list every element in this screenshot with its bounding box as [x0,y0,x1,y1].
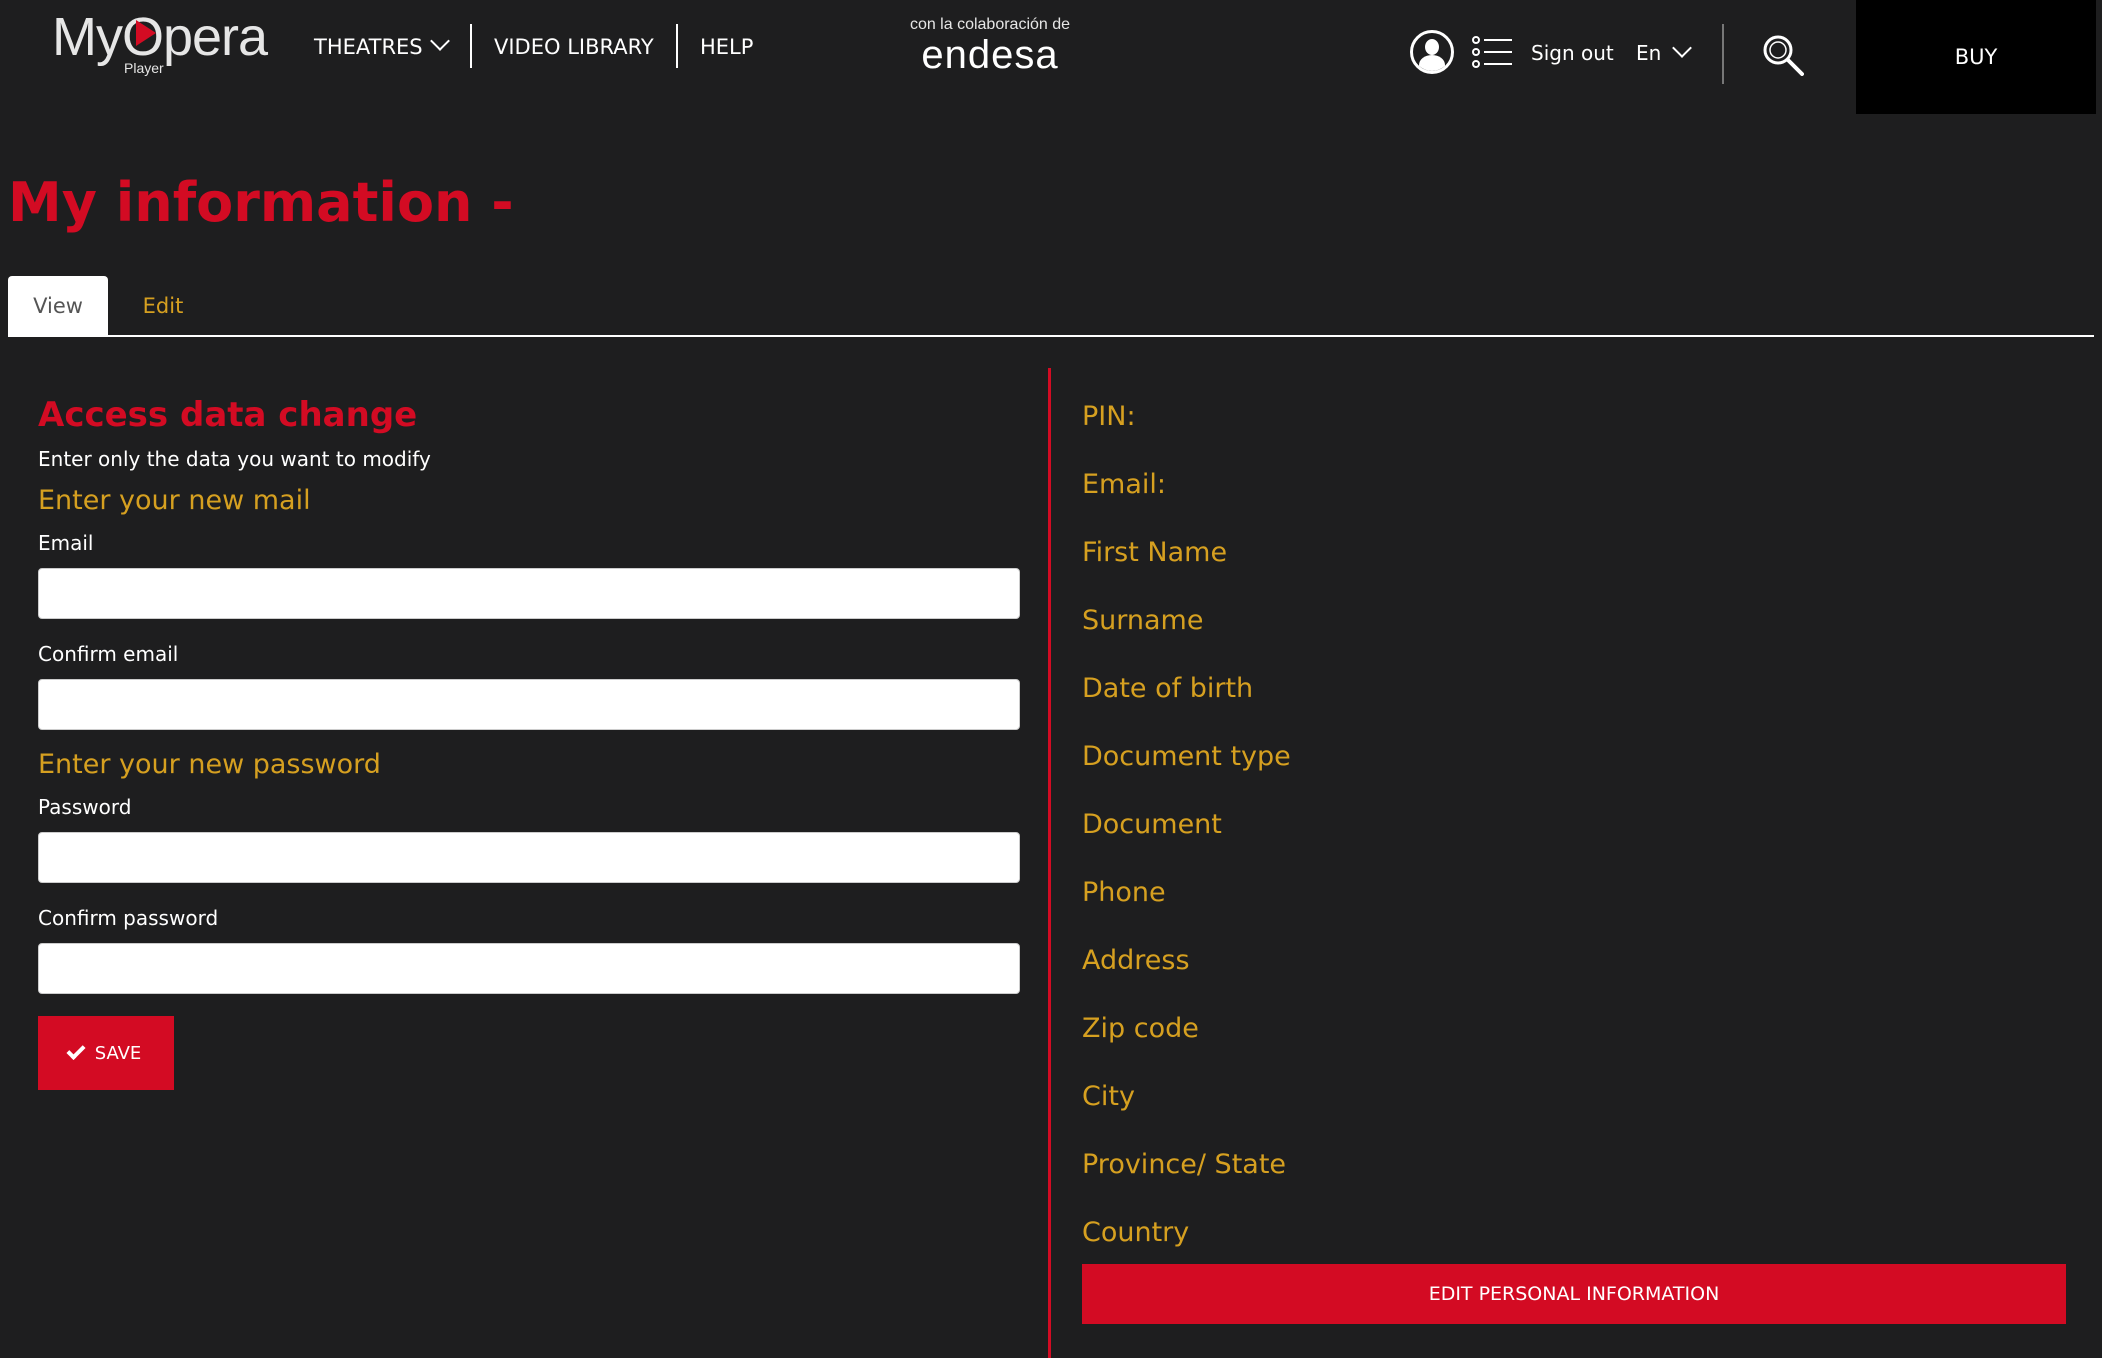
buy-button[interactable]: BUY [1856,0,2096,114]
info-label-document: Document [1082,809,1222,840]
personal-info-panel: PIN: Email: First Name Surname Date of b… [1082,392,2066,1324]
sponsor-logo: con la colaboración de endesa [905,16,1075,76]
nav-video-library[interactable]: VIDEO LIBRARY [494,30,654,64]
email-label: Email [38,531,94,555]
confirm-email-field[interactable] [38,679,1020,730]
logo-subtitle: Player [124,60,164,76]
column-separator [1048,368,1051,1358]
info-label-email: Email: [1082,469,1167,500]
tab-view[interactable]: View [8,276,108,336]
info-label-province-state: Province/ State [1082,1149,1287,1180]
info-label-country: Country [1082,1217,1190,1248]
confirm-email-label: Confirm email [38,642,179,666]
confirm-password-label: Confirm password [38,906,219,930]
myopera-logo[interactable]: MyOpera Player [52,6,274,78]
save-button[interactable]: SAVE [38,1016,174,1090]
info-label-surname: Surname [1082,605,1204,636]
info-label-phone: Phone [1082,877,1166,908]
nav-help[interactable]: HELP [700,30,753,64]
language-selector[interactable]: En [1636,38,1693,68]
check-icon [66,1040,86,1060]
tab-edit[interactable]: Edit [108,276,218,336]
password-label: Password [38,795,132,819]
save-label: SAVE [94,1042,142,1064]
chevron-down-icon [429,31,450,51]
play-icon [136,20,156,46]
nav-divider [676,24,678,68]
user-account-icon[interactable] [1410,30,1454,74]
nav-divider [470,24,472,68]
sign-out-link[interactable]: Sign out [1531,38,1614,68]
info-label-date-of-birth: Date of birth [1082,673,1254,704]
search-icon[interactable] [1762,34,1804,76]
header-divider [1722,24,1724,84]
info-label-first-name: First Name [1082,537,1228,568]
info-label-zip-code: Zip code [1082,1013,1199,1044]
email-field[interactable] [38,568,1020,619]
access-data-hint: Enter only the data you want to modify [38,447,431,471]
info-label-document-type: Document type [1082,741,1291,772]
sponsor-caption: con la colaboración de [909,16,1071,33]
language-label: En [1636,41,1662,65]
site-header: MyOpera Player THEATRES VIDEO LIBRARY HE… [0,0,2102,114]
access-data-title: Access data change [38,395,418,435]
nav-theatres-label: THEATRES [314,35,423,59]
new-mail-heading: Enter your new mail [38,485,311,516]
info-label-city: City [1082,1081,1135,1112]
edit-personal-info-button[interactable]: EDIT PERSONAL INFORMATION [1082,1264,2066,1324]
info-label-pin: PIN: [1082,401,1136,432]
new-password-heading: Enter your new password [38,749,381,780]
sponsor-brand: endesa [921,33,1059,77]
password-field[interactable] [38,832,1020,883]
nav-theatres[interactable]: THEATRES [314,30,450,64]
access-data-form: Access data change Enter only the data y… [38,390,1020,1090]
info-label-address: Address [1082,945,1190,976]
tab-bar: View Edit [8,276,2094,337]
chevron-down-icon [1672,38,1693,58]
page-title: My information - [8,171,514,234]
logo-text: MyOpera [52,7,268,67]
list-menu-icon[interactable] [1472,36,1512,68]
confirm-password-field[interactable] [38,943,1020,994]
